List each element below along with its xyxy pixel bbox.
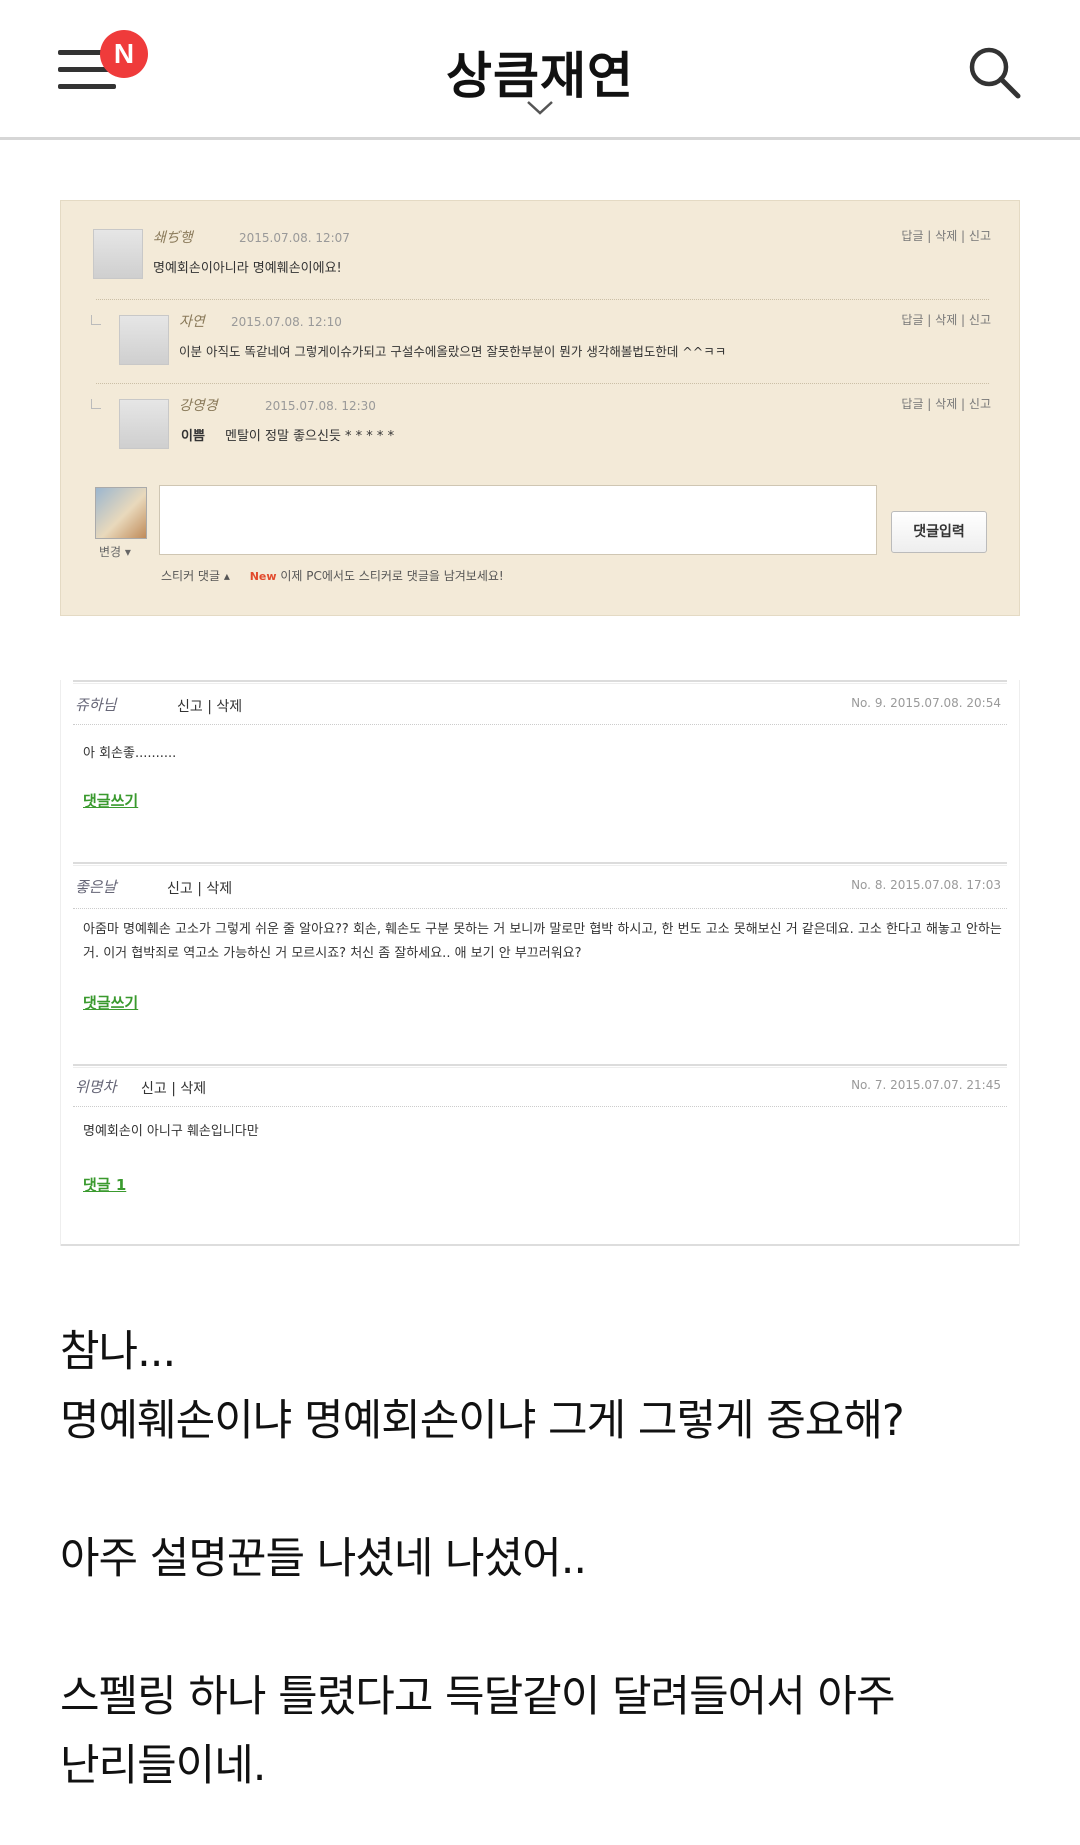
comment-screenshot-image: 쇄ぢ행 2015.07.08. 12:07 명예회손이아니라 명예훼손이에요! … [60,200,1020,616]
divider [96,383,989,384]
new-tag: New [249,570,277,583]
divider [73,724,1007,725]
comment-text: 아줌마 명예훼손 고소가 그렇게 쉬운 줄 알아요?? 회손, 훼손도 구분 못… [83,922,1002,961]
reply-arrow-icon [91,399,101,409]
comment-text: 명예회손이아니라 명예훼손이에요! [153,261,342,276]
comment-actions: 답글 | 삭제 | 신고 [901,397,991,411]
post-line: 난리들이네. [60,1741,266,1791]
divider [73,1106,1007,1107]
post-line: 아주 설명꾼들 나셨네 나셨어.. [60,1534,587,1584]
submit-comment-button: 댓글입력 [891,511,987,553]
comment-text: 멘탈이 정말 좋으신듯 * * * * * [225,429,395,444]
avatar [93,229,143,279]
reply-link: 댓글 1 [83,1176,127,1194]
reply-link: 댓글쓰기 [83,792,139,810]
divider [73,908,1007,909]
comment-item: 쇄ぢ행 2015.07.08. 12:07 명예회손이아니라 명예훼손이에요! … [61,227,1021,307]
comment-number-date: No. 7. 2015.07.07. 21:45 [851,1078,1001,1092]
comment-nickname: 좋은날 [75,878,117,896]
reply-link: 댓글쓰기 [83,994,139,1012]
my-profile-image [95,487,147,539]
cafe-title[interactable]: 상큼재연 [0,36,1080,108]
comment-nickname: 쇄ぢ행 [153,230,193,246]
comment-input-field [159,485,877,555]
reply-arrow-icon [91,315,101,325]
comment-meta: 신고 | 삭제 [167,881,233,897]
comment-reply-item: 자연 2015.07.08. 12:10 이분 아직도 똑같네여 그렇게이슈가되… [61,311,1021,391]
comment-nickname: 쥬하님 [75,696,117,714]
comment-list-screenshot-image: 쥬하님 신고 | 삭제 No. 9. 2015.07.08. 20:54 아 회… [60,680,1020,1246]
comment-nickname: 위명차 [75,1078,117,1096]
avatar [119,399,169,449]
comment-reply-item: 강영경 2015.07.08. 12:30 이쁨 멘탈이 정말 좋으신듯 * *… [61,395,1021,475]
comment-date: 2015.07.08. 12:30 [265,399,376,413]
comment-nickname: 강영경 [179,398,218,414]
comment-date: 2015.07.08. 12:10 [231,315,342,329]
change-profile-label: 변경 ▾ [99,545,131,559]
comment-meta: 신고 | 삭제 [141,1081,207,1097]
divider [73,1064,1007,1068]
comment-number-date: No. 8. 2015.07.08. 17:03 [851,878,1001,892]
comment-text: 아 회손좋.......... [83,746,177,761]
comment-date: 2015.07.08. 12:07 [239,231,350,245]
sticker-comment-label: 스티커 댓글 ▴ [161,569,230,583]
comment-text: 이분 아직도 똑같네여 그렇게이슈가되고 구설수에올랐으면 잘못한부분이 뭔가 … [179,344,727,359]
comment-nickname: 자연 [179,314,205,330]
sticker-comment-row: 스티커 댓글 ▴ New 이제 PC에서도 스티커로 댓글을 남겨보세요! [161,567,504,584]
comment-actions: 답글 | 삭제 | 신고 [901,313,991,327]
comment-meta: 신고 | 삭제 [177,699,243,715]
divider [61,1244,1019,1246]
search-icon[interactable] [966,44,1022,100]
post-body: 참나... 명예훼손이냐 명예회손이냐 그게 그렇게 중요해? 아주 설명꾼들 … [60,1318,1040,1801]
post-line: 명예훼손이냐 명예회손이냐 그게 그렇게 중요해? [60,1396,905,1446]
chevron-down-icon[interactable] [526,100,554,116]
comment-number-date: No. 9. 2015.07.08. 20:54 [851,696,1001,710]
post-line: 스펠링 하나 틀렸다고 득달같이 달려들어서 아주 [60,1672,896,1722]
top-app-bar: N 상큼재연 [0,0,1080,140]
divider [96,299,989,300]
divider [73,862,1007,866]
sticker-notice: 이제 PC에서도 스티커로 댓글을 남겨보세요! [280,569,504,583]
post-line: 참나... [60,1327,176,1377]
comment-text-bold: 이쁨 [181,429,205,444]
divider [73,680,1007,684]
comment-actions: 답글 | 삭제 | 신고 [901,229,991,243]
comment-text: 명예회손이 아니구 훼손입니다만 [83,1124,259,1139]
avatar [119,315,169,365]
